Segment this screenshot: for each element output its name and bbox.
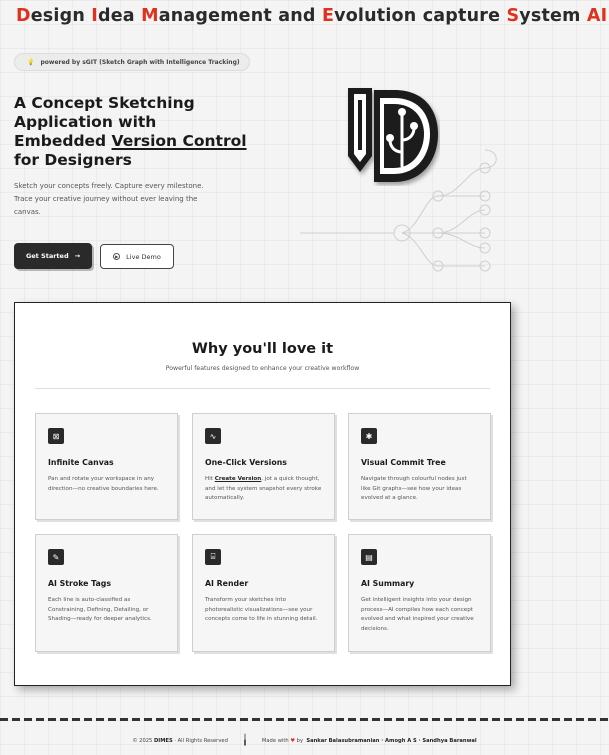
features-title: Why you'll love it — [191, 341, 334, 357]
tv-icon: ⌸ — [205, 549, 221, 565]
edit-square-icon: ✎ — [48, 549, 64, 565]
lightbulb-icon: 💡 — [27, 58, 35, 66]
feature-card: ✱ Visual Commit Tree Navigate through co… — [348, 413, 491, 520]
expand-square-icon: ⊠ — [48, 428, 64, 444]
get-started-button[interactable]: Get Started → — [14, 243, 92, 269]
title-initial: E — [321, 6, 335, 26]
activity-icon: ∿ — [205, 428, 221, 444]
feature-description: Navigate through colourful nodes just li… — [361, 476, 467, 501]
hero-title-text: Embedded — [14, 132, 112, 150]
hero-description: Sketch your concepts freely. Capture eve… — [14, 182, 204, 216]
feature-title: AI Render — [205, 579, 249, 588]
play-circle-icon: ▶ — [113, 253, 121, 260]
feature-description: Hit Create Version, jot a quick thought,… — [205, 475, 322, 504]
heart-icon: ♥ — [290, 738, 296, 744]
git-branch-icon: ✱ — [361, 428, 377, 444]
feature-description: Get intelligent insights into your desig… — [361, 597, 474, 632]
feature-card: ✎ AI Stroke Tags Each line is auto-class… — [35, 534, 178, 652]
title-text: anagement and — [158, 6, 322, 26]
feature-card: ⌸ AI Render Transform your sketches into… — [192, 534, 335, 652]
landing-page: Design Idea Management and Evolution cap… — [0, 0, 609, 755]
title-text: esign — [30, 6, 92, 26]
desc-highlight: Create Version — [214, 476, 262, 482]
feature-title: Visual Commit Tree — [361, 458, 446, 467]
hero-title-line: Embedded Version Control — [14, 132, 254, 151]
divider — [35, 388, 490, 389]
made-with-text: Made with — [261, 738, 289, 744]
copyright-text: © 2025 — [132, 738, 154, 744]
hero-title: A Concept Sketching Application with Emb… — [14, 94, 254, 170]
title-initial: AI — [586, 6, 608, 26]
title-text: dea — [98, 6, 142, 26]
title-initial: I — [91, 6, 99, 26]
footer: © 2025 DIMES · All Rights Reserved ╽ Mad… — [0, 734, 609, 748]
hero-title-underlined: Version Control — [111, 132, 247, 150]
powered-by-text: powered by sGIT (Sketch Graph with Intel… — [40, 58, 240, 66]
dimes-logo — [348, 88, 438, 182]
hero-title-line: Application with — [14, 113, 157, 131]
pencil-icon: ╽ — [241, 735, 248, 746]
feature-card: ⊠ Infinite Canvas Pan and rotate your wo… — [35, 413, 178, 520]
feature-card: ▤ AI Summary Get intelligent insights in… — [348, 534, 491, 652]
desc-text: Hit — [205, 476, 215, 482]
title-text: ystem — [519, 6, 587, 26]
live-demo-button[interactable]: ▶ Live Demo — [100, 244, 174, 269]
features-subtitle: Powerful features designed to enhance yo… — [165, 365, 360, 372]
title-initial: D — [16, 6, 31, 26]
brand-name: DIMES — [154, 738, 173, 744]
title-initial: S — [506, 6, 520, 26]
get-started-label: Get Started — [25, 252, 69, 260]
feature-description: Pan and rotate your workspace in any dir… — [48, 476, 159, 492]
credits: Made with ♥ by Sankar Balasubramanian · … — [262, 738, 477, 744]
live-demo-label: Live Demo — [126, 252, 161, 261]
hero-title-line: A Concept Sketching — [14, 94, 195, 112]
feature-title: Infinite Canvas — [48, 458, 114, 467]
features-panel: Why you'll love it Powerful features des… — [14, 302, 511, 686]
feature-description: Each line is auto-classified as Constrai… — [48, 597, 152, 622]
feature-description: Transform your sketches into photorealis… — [205, 597, 318, 622]
title-text: volution capture — [334, 6, 507, 26]
feature-title: AI Summary — [361, 579, 415, 588]
feature-card: ∿ One-Click Versions Hit Create Version,… — [192, 413, 335, 520]
copyright: © 2025 DIMES · All Rights Reserved — [132, 738, 228, 744]
authors: Sankar Balasubramanian · Amogh A S · San… — [306, 738, 477, 744]
title-initial: M — [141, 6, 159, 26]
feature-title: One-Click Versions — [205, 458, 287, 467]
feature-title: AI Stroke Tags — [48, 579, 111, 588]
powered-by-badge: 💡 powered by sGIT (Sketch Graph with Int… — [14, 53, 250, 71]
document-icon: ▤ — [361, 549, 377, 565]
app-title: Design Idea Management and Evolution cap… — [16, 6, 609, 26]
by-text: by — [296, 738, 304, 744]
copyright-text: · All Rights Reserved — [172, 738, 228, 744]
footer-divider — [0, 718, 609, 721]
arrow-right-icon: → — [74, 252, 81, 260]
hero-title-line: for Designers — [14, 151, 132, 169]
